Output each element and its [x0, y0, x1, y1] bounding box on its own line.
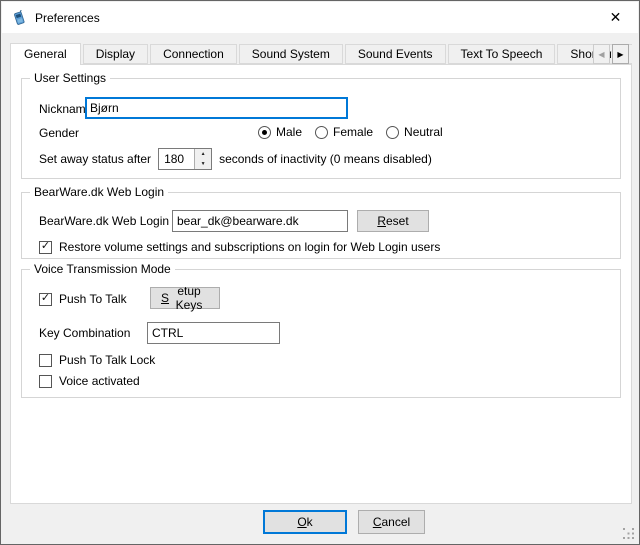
away-status-label: Set away status after	[39, 152, 151, 166]
radio-female-icon	[315, 126, 328, 139]
push-to-talk-lock-label: Push To Talk Lock	[59, 353, 155, 367]
key-combination-input[interactable]	[147, 322, 280, 344]
tab-bar: General Display Connection Sound System …	[10, 43, 632, 65]
gender-radio-neutral[interactable]: Neutral	[386, 125, 443, 139]
ok-button[interactable]: Ok	[263, 510, 347, 534]
setup-keys-button[interactable]: Setup Keys	[150, 287, 220, 309]
tab-sound-events[interactable]: Sound Events	[345, 44, 446, 64]
voice-transmission-group: Voice Transmission Mode ✓ Push To Talk S…	[21, 269, 621, 398]
push-to-talk-lock-checkbox[interactable]	[39, 354, 52, 367]
tab-text-to-speech[interactable]: Text To Speech	[448, 44, 556, 64]
gender-label: Gender	[39, 126, 79, 140]
voice-activated-checkbox-row[interactable]: Voice activated	[39, 373, 140, 389]
web-login-id-label: BearWare.dk Web Login ID	[39, 214, 184, 228]
reset-button[interactable]: Reset	[357, 210, 429, 232]
voice-transmission-title: Voice Transmission Mode	[30, 262, 175, 276]
user-settings-group: User Settings Nickname Gender Male Femal…	[21, 78, 621, 179]
gender-radio-female[interactable]: Female	[315, 125, 373, 139]
general-tab-page: User Settings Nickname Gender Male Femal…	[10, 64, 632, 504]
radio-male-icon	[258, 126, 271, 139]
tab-general[interactable]: General	[10, 43, 81, 65]
checkmark-icon: ✓	[41, 241, 50, 252]
close-icon[interactable]: ✕	[593, 2, 638, 33]
teamtalk-app-icon	[11, 10, 27, 26]
push-to-talk-checkbox[interactable]: ✓	[39, 293, 52, 306]
voice-activated-checkbox[interactable]	[39, 375, 52, 388]
spinner-down-icon[interactable]: ▼	[195, 159, 211, 169]
key-combination-label: Key Combination	[39, 326, 130, 340]
tab-scroll-left-icon[interactable]: ◀	[593, 44, 610, 64]
away-seconds-spinner[interactable]: 180 ▲ ▼	[158, 148, 212, 170]
cancel-button[interactable]: Cancel	[358, 510, 425, 534]
spinner-up-icon[interactable]: ▲	[195, 149, 211, 159]
gender-male-label: Male	[276, 125, 302, 139]
window-title: Preferences	[35, 11, 100, 25]
tab-scroll-buttons: ◀ ▶	[591, 44, 629, 64]
preferences-dialog: Preferences ✕ General Display Connection…	[0, 0, 640, 545]
voice-activated-label: Voice activated	[59, 374, 140, 388]
web-login-id-input[interactable]	[172, 210, 348, 232]
checkmark-icon: ✓	[41, 293, 50, 304]
restore-volume-checkbox-row[interactable]: ✓ Restore volume settings and subscripti…	[39, 239, 440, 255]
tab-sound-system[interactable]: Sound System	[239, 44, 343, 64]
web-login-group: BearWare.dk Web Login BearWare.dk Web Lo…	[21, 192, 621, 259]
spinner-arrows: ▲ ▼	[194, 149, 211, 169]
resize-grip[interactable]	[623, 528, 635, 540]
restore-volume-checkbox[interactable]: ✓	[39, 241, 52, 254]
restore-volume-label: Restore volume settings and subscription…	[59, 240, 440, 254]
push-to-talk-lock-checkbox-row[interactable]: Push To Talk Lock	[39, 352, 155, 368]
tab-display[interactable]: Display	[83, 44, 148, 64]
gender-radio-group: Male Female Neutral	[258, 124, 443, 140]
radio-neutral-icon	[386, 126, 399, 139]
away-status-suffix-label: seconds of inactivity (0 means disabled)	[219, 152, 432, 166]
tab-scroll-right-icon[interactable]: ▶	[612, 44, 629, 64]
away-seconds-value: 180	[159, 149, 194, 169]
titlebar[interactable]: Preferences ✕	[2, 2, 638, 33]
push-to-talk-checkbox-row[interactable]: ✓ Push To Talk	[39, 291, 127, 307]
push-to-talk-label: Push To Talk	[59, 292, 127, 306]
gender-female-label: Female	[333, 125, 373, 139]
gender-neutral-label: Neutral	[404, 125, 443, 139]
gender-radio-male[interactable]: Male	[258, 125, 302, 139]
tab-connection[interactable]: Connection	[150, 44, 237, 64]
nickname-input[interactable]	[85, 97, 348, 119]
web-login-title: BearWare.dk Web Login	[30, 185, 168, 199]
user-settings-title: User Settings	[30, 71, 110, 85]
